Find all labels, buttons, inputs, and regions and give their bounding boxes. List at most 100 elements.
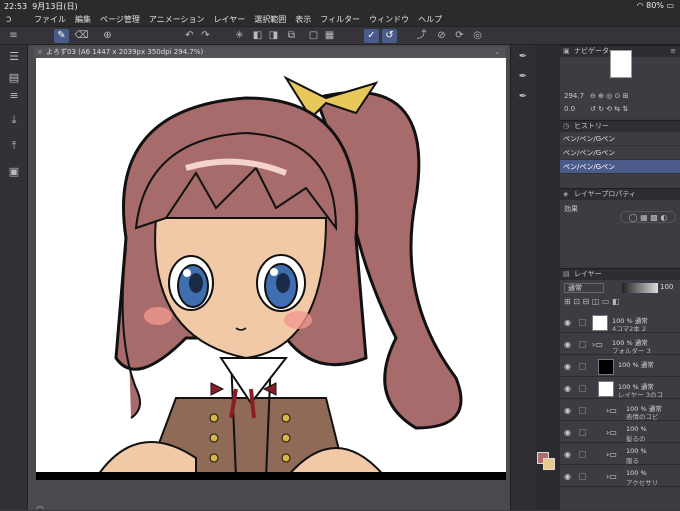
eye-icon[interactable]: ◉ bbox=[564, 428, 571, 437]
redo-icon[interactable]: ↷ bbox=[198, 29, 213, 43]
rotate-controls[interactable]: ↺ ↻ ⟲ ⇆ ⇅ bbox=[590, 105, 628, 113]
folder-icon[interactable]: ›▭ bbox=[606, 406, 617, 415]
layer-row[interactable]: ◉ ›▭ 100 % 服る bbox=[560, 445, 680, 465]
export-icon[interactable]: ⤴ bbox=[414, 29, 429, 43]
menu-item[interactable]: ページ管理 bbox=[100, 14, 140, 25]
lock-checkbox[interactable] bbox=[579, 407, 586, 414]
menu-item[interactable]: フィルター bbox=[320, 14, 360, 25]
zoom-value[interactable]: 294.7 bbox=[564, 92, 584, 100]
sub-tool-pen-icon[interactable]: ✒ bbox=[515, 49, 531, 65]
layer-row[interactable]: ◉ 100 % 通常 4コマ2本 2 bbox=[560, 313, 680, 333]
chevron-down-icon[interactable]: ⌄ bbox=[494, 47, 500, 58]
layer-row[interactable]: ◉ 100 % 通常 レイヤー 3のコ bbox=[560, 379, 680, 399]
blend-mode-select[interactable]: 通常 bbox=[564, 283, 604, 293]
lock-checkbox[interactable] bbox=[579, 429, 586, 436]
color-indicator[interactable] bbox=[535, 450, 557, 490]
check-icon[interactable]: ✓ bbox=[364, 29, 379, 43]
menu-item[interactable]: 表示 bbox=[295, 14, 311, 25]
undo-icon[interactable]: ↶ bbox=[182, 29, 197, 43]
lock-checkbox[interactable] bbox=[579, 451, 586, 458]
layer-row[interactable]: ◉ 100 % 通常 bbox=[560, 357, 680, 377]
eye-icon[interactable]: ◉ bbox=[564, 318, 571, 327]
menu-icon[interactable]: ≡ bbox=[6, 29, 21, 43]
date: 9月13日(日) bbox=[32, 2, 78, 11]
layer-row[interactable]: ◉ ›▭ 100 % 通常 表情のコピ bbox=[560, 401, 680, 421]
snap-icon[interactable]: ⊕ bbox=[100, 29, 115, 43]
opacity-value[interactable]: 100 bbox=[660, 283, 673, 291]
navigator-icon: ▣ bbox=[563, 47, 570, 55]
app-logo-icon[interactable]: ↄ bbox=[6, 14, 18, 25]
clock: 22:53 bbox=[4, 2, 28, 11]
layer-opacity-mode: 100 % bbox=[626, 447, 647, 455]
folder-icon[interactable]: ›▭ bbox=[606, 428, 617, 437]
menu-item[interactable]: ウィンドウ bbox=[369, 14, 409, 25]
lock-checkbox[interactable] bbox=[579, 363, 586, 370]
document-tab[interactable]: × よろず03 (A6 1447 x 2039px 350dpi 294.7%)… bbox=[34, 47, 506, 58]
layer-tool-icons[interactable]: ⊞ ⊡ ⊟ ◫ ▭ ◧ bbox=[564, 297, 620, 306]
folder-icon[interactable]: ›▭ bbox=[606, 472, 617, 481]
eye-icon[interactable]: ◉ bbox=[564, 450, 571, 459]
panel-menu-icon[interactable]: ≡ bbox=[670, 46, 676, 57]
zoom-controls[interactable]: ⊖ ⊕ ◎ ⊙ ⊞ bbox=[590, 92, 628, 100]
export-icon[interactable]: ⤒ bbox=[7, 139, 21, 153]
menu-item[interactable]: ファイル bbox=[34, 14, 66, 25]
folder-icon[interactable]: ›▭ bbox=[592, 340, 603, 349]
history-item-selected[interactable]: ペン/ペン/Gペン bbox=[560, 160, 680, 174]
eraser-icon[interactable]: ⌫ bbox=[74, 29, 89, 43]
eye-icon[interactable]: ◉ bbox=[564, 384, 571, 393]
layer-row[interactable]: ◉ ›▭ 100 % アクセサリ bbox=[560, 467, 680, 487]
target-icon[interactable]: ◎ bbox=[470, 29, 485, 43]
navigator-thumbnail[interactable] bbox=[610, 50, 632, 78]
save-icon[interactable]: ▣ bbox=[7, 165, 21, 179]
clear-icon[interactable]: ✳ bbox=[232, 29, 247, 43]
layer-row[interactable]: ◉ ›▭ 100 % 髪るの bbox=[560, 423, 680, 443]
sub-tool-palette bbox=[535, 45, 560, 510]
folder-icon[interactable]: ›▭ bbox=[606, 450, 617, 459]
drawing-canvas[interactable] bbox=[36, 58, 506, 478]
fill-icon[interactable]: ◧ bbox=[250, 29, 265, 43]
rotate-icon[interactable]: ↺ bbox=[382, 29, 397, 43]
canvas-bottom-edge bbox=[36, 472, 506, 480]
transform-icon[interactable]: ◨ bbox=[266, 29, 281, 43]
menu-item[interactable]: アニメーション bbox=[149, 14, 205, 25]
close-tab-icon[interactable]: × bbox=[37, 47, 43, 58]
list-icon[interactable]: ≡ bbox=[7, 89, 21, 103]
eye-icon[interactable]: ◉ bbox=[564, 472, 571, 481]
layer-thumbnail bbox=[598, 359, 614, 375]
pen-icon[interactable]: ✎ bbox=[54, 29, 69, 43]
layer-list-icon[interactable]: ▤ bbox=[7, 71, 21, 85]
history-panel: ◷ ヒストリー ペン/ペン/Gペン ペン/ペン/Gペン ペン/ペン/Gペン bbox=[560, 120, 680, 188]
menu-icon[interactable]: ☰ bbox=[7, 50, 21, 64]
deselect-icon[interactable]: ▢ bbox=[306, 29, 321, 43]
history-item[interactable]: ペン/ペン/Gペン bbox=[560, 146, 680, 160]
eye-icon[interactable]: ◉ bbox=[564, 362, 571, 371]
chevron-up-icon[interactable]: ︽ bbox=[36, 500, 44, 511]
lock-checkbox[interactable] bbox=[579, 473, 586, 480]
rotate-value[interactable]: 0.0 bbox=[564, 105, 575, 113]
eye-icon[interactable]: ◉ bbox=[564, 406, 571, 415]
menu-item[interactable]: ヘルプ bbox=[418, 14, 442, 25]
effect-buttons[interactable]: ◯ ▦ ▩ ◐ bbox=[620, 211, 676, 223]
navigator-panel: ▣ ナビゲーター ≡ 294.7 ⊖ ⊕ ◎ ⊙ ⊞ 0.0 ↺ ↻ ⟲ ⇆ ⇅ bbox=[560, 45, 680, 117]
menu-item[interactable]: レイヤー bbox=[214, 14, 246, 25]
lock-checkbox[interactable] bbox=[579, 341, 586, 348]
opacity-slider[interactable] bbox=[622, 283, 658, 293]
layer-name: 4コマ2本 2 bbox=[612, 325, 646, 333]
layer-name: 表情のコピ bbox=[626, 413, 659, 421]
lock-checkbox[interactable] bbox=[579, 319, 586, 326]
sub-tool-pen-icon[interactable]: ✒ bbox=[515, 69, 531, 85]
left-command-bar: ☰ ▤ ≡ ⤓ ⤒ ▣ bbox=[0, 45, 28, 510]
refresh-icon[interactable]: ⟳ bbox=[452, 29, 467, 43]
sub-tool-pen-icon[interactable]: ✒ bbox=[515, 89, 531, 105]
eye-icon[interactable]: ◉ bbox=[564, 340, 571, 349]
menu-item[interactable]: 選択範囲 bbox=[254, 14, 286, 25]
cancel-icon[interactable]: ⊘ bbox=[434, 29, 449, 43]
lock-checkbox[interactable] bbox=[579, 385, 586, 392]
menu-item[interactable]: 編集 bbox=[75, 14, 91, 25]
layer-row[interactable]: ◉ ›▭ 100 % 通常 フォルダー 3 bbox=[560, 335, 680, 355]
import-icon[interactable]: ⤓ bbox=[7, 113, 21, 127]
copy-icon[interactable]: ⧉ bbox=[284, 29, 299, 43]
history-item[interactable]: ペン/ペン/Gペン bbox=[560, 132, 680, 146]
grid-icon[interactable]: ▦ bbox=[322, 29, 337, 43]
menu-bar: ↄ ファイル 編集 ページ管理 アニメーション レイヤー 選択範囲 表示 フィルター ウィンドウ… bbox=[0, 12, 680, 27]
